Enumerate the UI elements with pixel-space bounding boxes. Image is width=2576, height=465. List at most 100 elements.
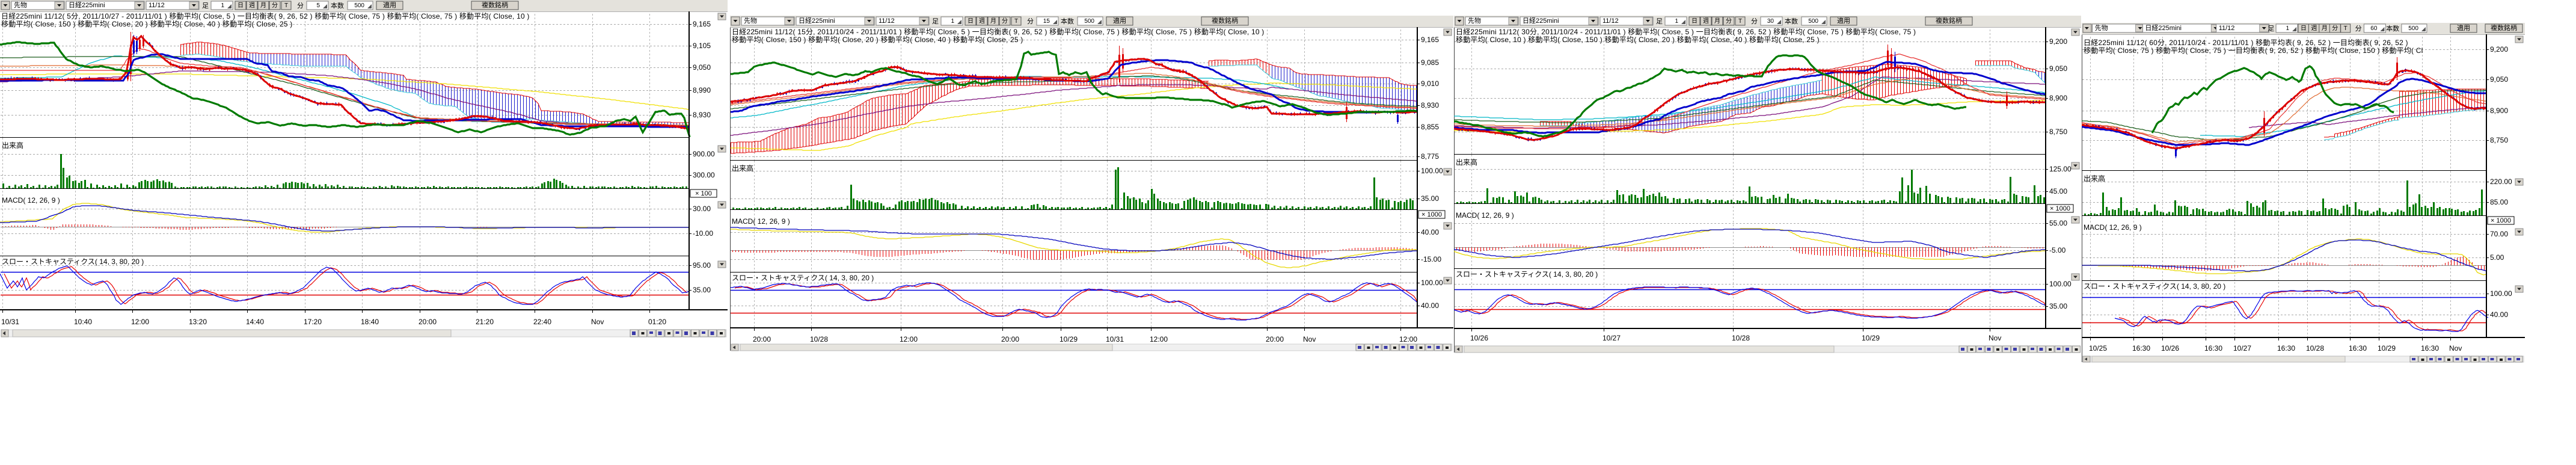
svg-text:85.00: 85.00	[2490, 198, 2508, 206]
svg-text:分: 分	[297, 2, 304, 10]
svg-text:300.00: 300.00	[693, 171, 715, 179]
svg-text:Nov: Nov	[591, 318, 604, 326]
svg-text:適用: 適用	[1837, 16, 1850, 25]
svg-text:9,105: 9,105	[693, 42, 711, 50]
svg-text:10/28: 10/28	[810, 335, 828, 343]
svg-text:先物: 先物	[1468, 16, 1481, 25]
svg-text:21:20: 21:20	[476, 318, 494, 326]
svg-text:30: 30	[1767, 18, 1774, 25]
svg-text:8,930: 8,930	[693, 111, 711, 119]
svg-text:MACD( 12, 26, 9 ): MACD( 12, 26, 9 )	[2, 196, 60, 205]
svg-text:9,050: 9,050	[2049, 64, 2067, 73]
svg-text:日: 日	[2301, 25, 2307, 32]
svg-text:MACD( 12, 26, 9 ): MACD( 12, 26, 9 )	[1456, 211, 1514, 220]
svg-text:5.00: 5.00	[2490, 253, 2504, 262]
svg-text:8,930: 8,930	[1421, 101, 1439, 109]
svg-text:分: 分	[1027, 17, 1034, 25]
svg-text:日経225mini 11/12( 5分, 2011/10/2: 日経225mini 11/12( 5分, 2011/10/27 - 2011/1…	[1, 12, 530, 20]
svg-text:Nov: Nov	[1303, 335, 1316, 343]
svg-text:移動平均( Close, 75 ) 移動平均( Clo: 移動平均( Close, 75 ) 移動平均( Close, 75 ) 一目均衡…	[2084, 46, 2423, 55]
svg-text:日経225mini 11/12( 30分, 2011/10/: 日経225mini 11/12( 30分, 2011/10/24 - 2011/…	[1456, 28, 1916, 36]
svg-text:16:30: 16:30	[2204, 344, 2222, 353]
svg-text:T: T	[1738, 18, 1742, 25]
svg-text:11/12: 11/12	[879, 17, 895, 25]
svg-text:22:40: 22:40	[533, 318, 551, 326]
svg-text:16:30: 16:30	[2421, 344, 2439, 353]
svg-text:-15.00: -15.00	[1421, 255, 1441, 263]
svg-text:35.00: 35.00	[2049, 302, 2067, 310]
svg-text:40.00: 40.00	[2490, 310, 2508, 319]
svg-text:日経225mini: 日経225mini	[2145, 24, 2182, 32]
svg-text:日経225mini 11/12( 60分, 2011/10/: 日経225mini 11/12( 60分, 2011/10/24 - 2011/…	[2084, 38, 2408, 47]
svg-text:12:00: 12:00	[1150, 335, 1168, 343]
svg-text:9,050: 9,050	[693, 63, 711, 72]
svg-text:125.00: 125.00	[2049, 165, 2072, 173]
svg-text:スロー・ストキャスティクス( 14, 3, 80, 20 ): スロー・ストキャスティクス( 14, 3, 80, 20 )	[1456, 270, 1598, 279]
svg-text:8,750: 8,750	[2049, 128, 2067, 136]
svg-text:× 1000: × 1000	[2050, 205, 2070, 212]
svg-text:10/29: 10/29	[1060, 335, 1078, 343]
svg-text:100.00: 100.00	[2049, 280, 2072, 288]
svg-text:出来高: 出来高	[2084, 174, 2105, 183]
svg-text:本数: 本数	[331, 1, 344, 10]
svg-text:20:00: 20:00	[1266, 335, 1284, 343]
svg-text:適用: 適用	[1113, 16, 1126, 25]
svg-text:T: T	[2344, 25, 2348, 32]
svg-text:10:40: 10:40	[74, 318, 92, 326]
svg-text:12:00: 12:00	[900, 335, 918, 343]
svg-text:足: 足	[2268, 25, 2274, 32]
svg-text:13:20: 13:20	[189, 318, 207, 326]
svg-text:日経225mini: 日経225mini	[1523, 17, 1559, 25]
svg-text:10/29: 10/29	[2378, 344, 2396, 353]
svg-text:週: 週	[2311, 25, 2317, 32]
svg-text:900.00: 900.00	[693, 150, 715, 158]
svg-text:35.00: 35.00	[693, 286, 711, 294]
svg-text:複数銘柄: 複数銘柄	[482, 1, 508, 9]
svg-text:週: 週	[979, 17, 985, 25]
svg-text:12:00: 12:00	[1399, 335, 1417, 343]
svg-text:100.00: 100.00	[1421, 279, 1443, 287]
svg-text:日: 日	[1691, 18, 1697, 25]
svg-text:適用: 適用	[383, 1, 396, 9]
svg-text:出来高: 出来高	[2, 141, 23, 150]
svg-text:8,900: 8,900	[2049, 94, 2067, 102]
svg-text:T: T	[1014, 18, 1018, 25]
svg-text:月: 月	[2322, 25, 2328, 32]
svg-text:70.00: 70.00	[2490, 230, 2508, 238]
svg-text:14:40: 14:40	[246, 318, 264, 326]
svg-text:220.00: 220.00	[2490, 177, 2512, 186]
svg-text:8,775: 8,775	[1421, 152, 1439, 161]
svg-text:500: 500	[1808, 18, 1818, 25]
svg-text:10/27: 10/27	[2233, 344, 2251, 353]
svg-text:出来高: 出来高	[1456, 158, 1477, 167]
svg-text:日経225mini: 日経225mini	[69, 1, 105, 9]
svg-text:1: 1	[221, 2, 224, 9]
svg-text:-10.00: -10.00	[693, 229, 713, 238]
svg-text:Nov: Nov	[2449, 344, 2462, 353]
svg-text:10/31: 10/31	[1, 318, 19, 326]
svg-text:500: 500	[1084, 18, 1094, 25]
svg-text:適用: 適用	[2457, 23, 2470, 32]
svg-text:本数: 本数	[2386, 24, 2399, 32]
svg-text:100.00: 100.00	[1421, 167, 1443, 175]
svg-text:35.00: 35.00	[1421, 194, 1439, 203]
svg-text:45.00: 45.00	[2049, 187, 2067, 196]
svg-text:分: 分	[1002, 17, 1008, 25]
svg-text:-5.00: -5.00	[2049, 246, 2066, 254]
svg-text:スロー・ストキャスティクス( 14, 3, 80, 20 ): スロー・ストキャスティクス( 14, 3, 80, 20 )	[732, 274, 874, 282]
svg-text:分: 分	[272, 2, 278, 9]
svg-text:10/27: 10/27	[1602, 334, 1621, 342]
svg-text:日経225mini 11/12( 15分, 2011/10/: 日経225mini 11/12( 15分, 2011/10/24 - 2011/…	[732, 28, 1264, 36]
svg-text:MACD( 12, 26, 9 ): MACD( 12, 26, 9 )	[732, 217, 790, 226]
svg-text:16:30: 16:30	[2349, 344, 2367, 353]
svg-text:月: 月	[990, 17, 996, 25]
svg-text:足: 足	[1656, 18, 1663, 25]
svg-text:8,855: 8,855	[1421, 123, 1439, 131]
svg-text:100.00: 100.00	[2490, 289, 2512, 298]
svg-text:× 1000: × 1000	[2491, 217, 2511, 224]
svg-text:Nov: Nov	[1989, 334, 2001, 342]
svg-text:月: 月	[1714, 17, 1720, 25]
svg-text:9,050: 9,050	[2490, 75, 2508, 84]
svg-text:スロー・ストキャスティクス( 14, 3, 80, 20 ): スロー・ストキャスティクス( 14, 3, 80, 20 )	[2, 257, 144, 266]
svg-text:9,200: 9,200	[2049, 37, 2067, 46]
